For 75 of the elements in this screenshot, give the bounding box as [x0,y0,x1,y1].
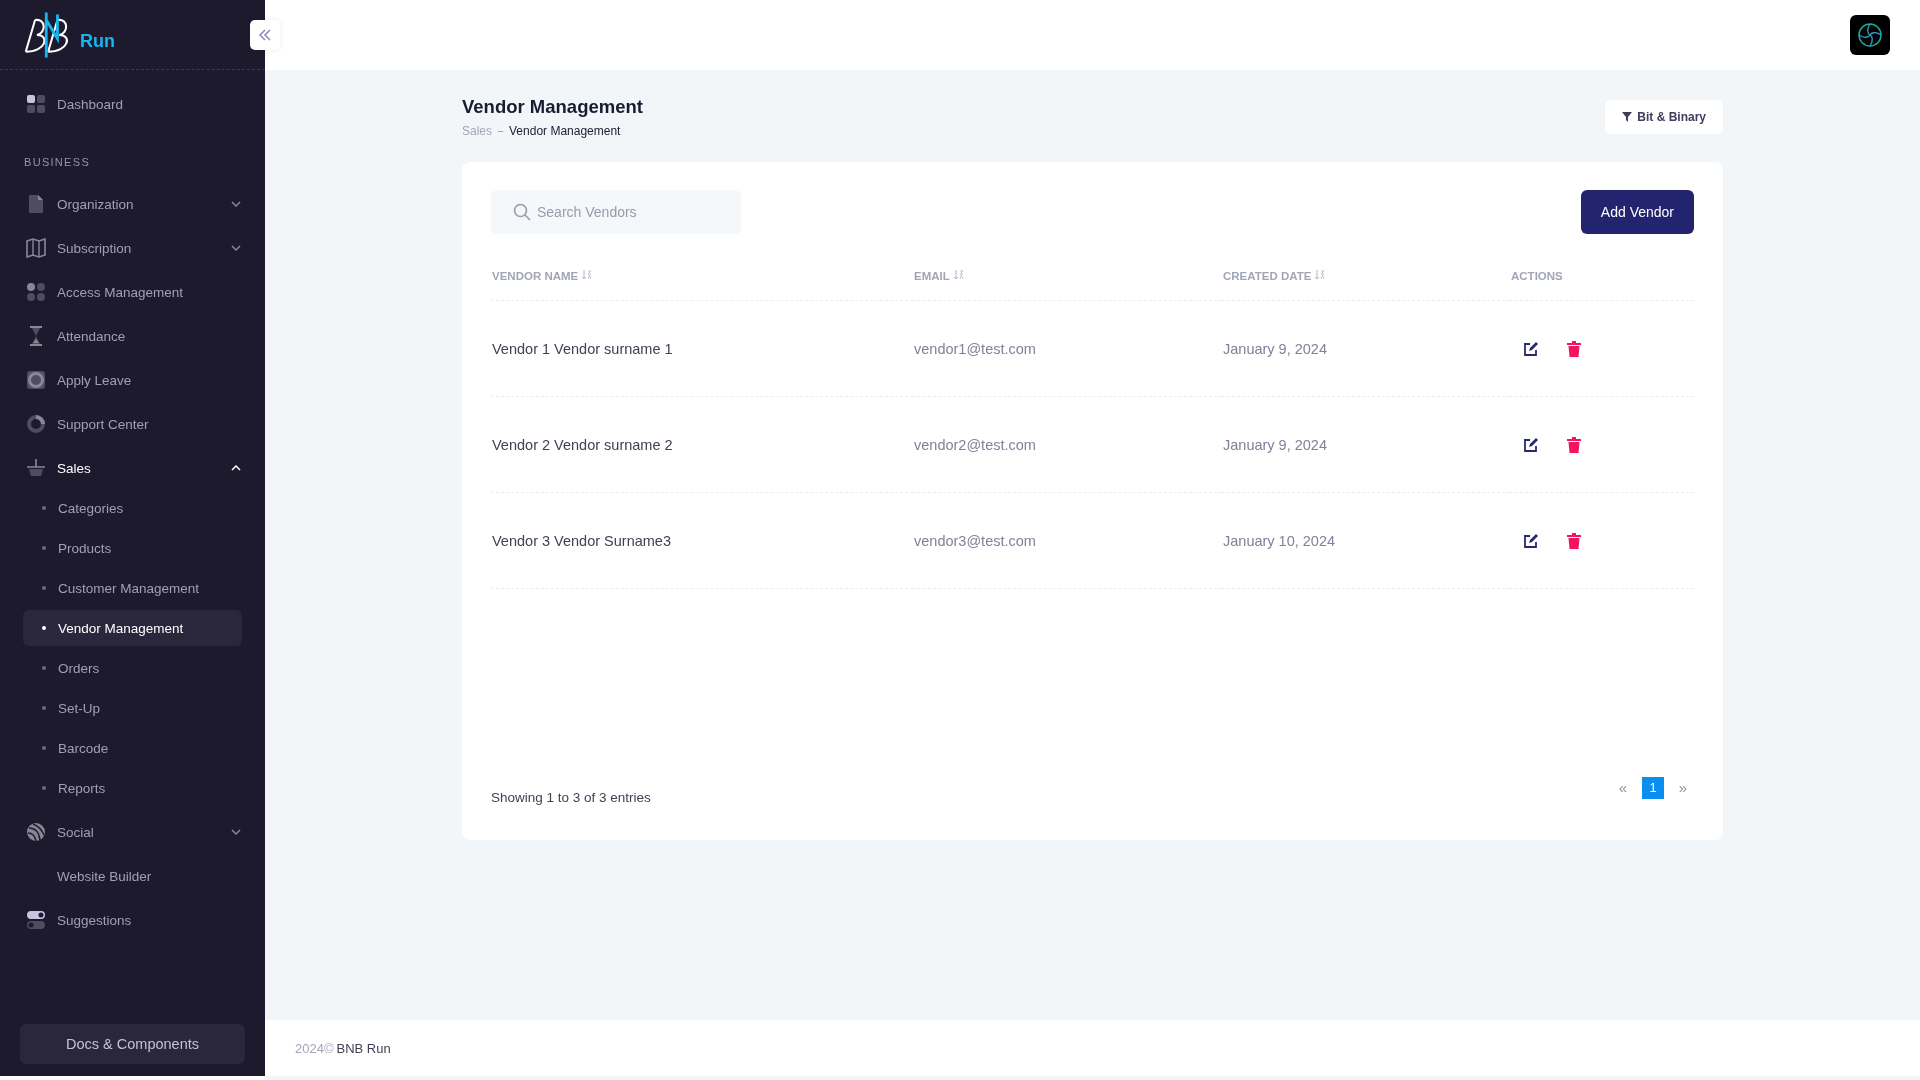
page-title: Vendor Management [462,96,643,118]
sidebar-subitem[interactable]: Customer Management [23,570,242,606]
section-heading: BUSINESS [23,155,92,170]
sidebar-item[interactable]: Apply Leave [23,358,242,402]
table-cell: Vendor 3 Vendor Surname3 [491,492,913,589]
logo-text: Run [80,30,115,52]
sidebar-subitem[interactable]: Reports [23,770,242,806]
entries-info: Showing 1 to 3 of 3 entries [491,790,651,805]
chevron-up-icon [231,465,241,471]
basket-icon [26,458,46,478]
table-cell: January 9, 2024 [1222,300,1510,397]
sidebar-subitem[interactable]: Barcode [23,730,242,766]
trash-icon [1567,436,1581,453]
sort-icon [953,270,964,280]
filter-icon [1622,112,1633,122]
trash-icon [1567,532,1581,549]
map-icon [26,238,46,258]
ball-icon [26,822,46,842]
add-vendor-button[interactable]: Add Vendor [1580,190,1694,234]
sidebar-item[interactable]: Attendance [23,314,242,358]
sidebar-group[interactable]: Sales [23,446,242,490]
sidebar-item[interactable]: Access Management [23,270,242,314]
sidebar-subitem[interactable]: Set-Up [23,690,242,726]
edit-icon [1523,340,1539,357]
sidebar-subitem[interactable]: Orders [23,650,242,686]
chevron-down-icon [231,829,241,835]
column-header: ACTIONS [1510,252,1694,301]
dots-icon [26,282,46,302]
table-cell: January 10, 2024 [1222,492,1510,589]
footer-year: 2024© [295,1040,334,1056]
collapse-button[interactable] [250,20,280,50]
delete-button[interactable] [1567,532,1581,549]
lifebuoy-icon [26,370,46,390]
edit-button[interactable] [1523,436,1539,453]
grid-icon [26,94,46,114]
search-field[interactable]: Search Vendors [491,190,741,234]
sidebar-subitem[interactable]: Vendor Management [23,610,242,646]
logo[interactable]: Run [22,9,115,60]
sort-icon [1315,270,1326,280]
double-chevron-left-icon [258,29,272,41]
delete-button[interactable] [1567,340,1581,357]
docs-button[interactable]: Docs & Components [20,1024,245,1064]
edit-button[interactable] [1523,340,1539,357]
trash-icon [1567,340,1581,357]
sidebar-group[interactable]: Organization [23,182,242,226]
sidebar-group[interactable]: Social [23,810,242,854]
sort-icon [582,270,593,280]
donut-icon [26,414,46,434]
table-cell: vendor1@test.com [913,300,1222,397]
table-cell: Vendor 1 Vendor surname 1 [491,300,913,397]
breadcrumb-current: Vendor Management [509,124,621,138]
filter-button[interactable]: Bit & Binary [1605,100,1723,134]
table-cell: Vendor 2 Vendor surname 2 [491,396,913,493]
chevron-down-icon [231,201,241,207]
sidebar-item[interactable]: Dashboard [23,82,242,126]
table-cell: vendor2@test.com [913,396,1222,493]
app-icon[interactable] [1850,15,1890,55]
sidebar-subitem[interactable]: Categories [23,490,242,526]
footer-brand[interactable]: BNB Run [336,1040,391,1056]
sidebar-item[interactable]: Website Builder [23,854,242,898]
edit-icon [1523,436,1539,453]
document-icon [26,194,46,214]
search-icon [513,203,531,221]
page-button[interactable]: 1 [1642,776,1664,799]
delete-button[interactable] [1567,436,1581,453]
sidebar-item[interactable]: Suggestions [23,898,242,942]
sidebar-item[interactable]: Support Center [23,402,242,446]
edit-icon [1523,532,1539,549]
sidebar-group[interactable]: Subscription [23,226,242,270]
chevron-down-icon [231,245,241,251]
edit-button[interactable] [1523,532,1539,549]
table-cell: vendor3@test.com [913,492,1222,589]
table-cell: January 9, 2024 [1222,396,1510,493]
toggle-icon [26,910,46,930]
sidebar-subitem[interactable]: Products [23,530,242,566]
